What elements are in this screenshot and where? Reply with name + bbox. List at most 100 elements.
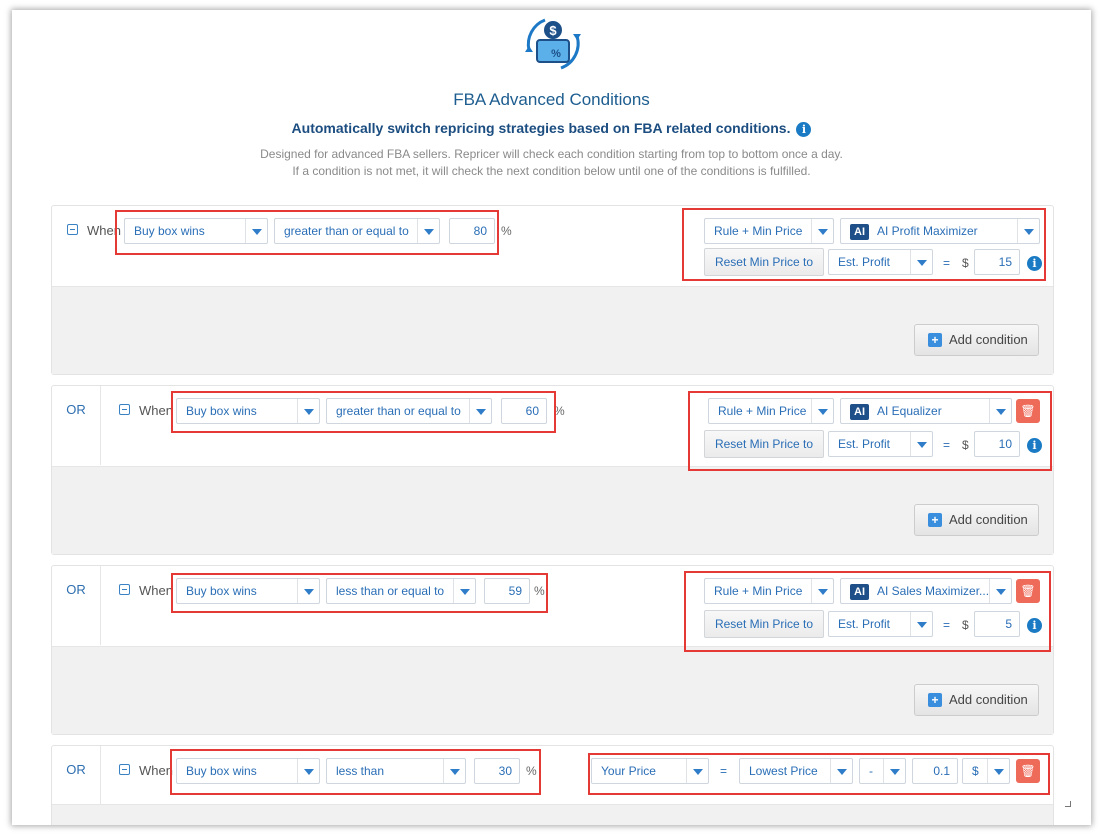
condition-footer: + Add condition xyxy=(52,466,1053,554)
or-label: OR xyxy=(52,566,101,645)
plus-icon: + xyxy=(928,693,942,707)
action-select[interactable]: Rule + Min Price xyxy=(708,398,834,424)
equals-label: = xyxy=(943,438,951,452)
price-value-input[interactable]: 0.1 xyxy=(912,758,958,784)
info-icon[interactable]: i xyxy=(796,121,812,137)
ai-badge: AI xyxy=(850,403,869,420)
value-input[interactable]: 30 xyxy=(474,758,520,784)
reset-value-input[interactable]: 10 xyxy=(974,431,1020,457)
reset-min-price-button[interactable]: Reset Min Price to xyxy=(704,248,824,276)
ai-badge: AI xyxy=(850,223,869,240)
info-icon[interactable]: i xyxy=(1027,438,1042,453)
reset-basis-select[interactable]: Est. Profit xyxy=(828,431,933,457)
percent-label: % xyxy=(554,404,565,418)
dollar-label: $ xyxy=(962,438,969,452)
when-label: When xyxy=(87,223,121,238)
add-condition-button[interactable]: + Add condition xyxy=(914,504,1039,536)
chevron-down-icon xyxy=(297,399,319,423)
collapse-minus-icon[interactable] xyxy=(67,224,78,235)
metric-select[interactable]: Buy box wins xyxy=(176,578,320,604)
metric-select[interactable]: Buy box wins xyxy=(124,218,268,244)
when-label: When xyxy=(139,403,173,418)
plus-icon: + xyxy=(928,333,942,347)
equals-label: = xyxy=(720,764,728,778)
fba-conditions-panel: $ % FBA Advanced Conditions Automaticall… xyxy=(12,10,1091,825)
collapse-minus-icon[interactable] xyxy=(119,764,130,775)
chevron-down-icon xyxy=(811,579,833,603)
collapse-minus-icon[interactable] xyxy=(119,404,130,415)
collapse-minus-icon[interactable] xyxy=(119,584,130,595)
strategy-select[interactable]: AI AI Sales Maximizer... xyxy=(840,578,1012,604)
reset-value-input[interactable]: 5 xyxy=(974,611,1020,637)
svg-text:%: % xyxy=(551,48,561,60)
chevron-down-icon xyxy=(989,399,1011,423)
price-field-select[interactable]: Your Price xyxy=(591,758,709,784)
chevron-down-icon xyxy=(453,579,475,603)
when-label: When xyxy=(139,583,173,598)
page-subtitle: Automatically switch repricing strategie… xyxy=(12,120,1091,137)
dollar-label: $ xyxy=(962,256,969,270)
delete-trash-icon[interactable]: 🗑 xyxy=(1016,579,1040,603)
chevron-down-icon xyxy=(297,759,319,783)
condition-footer: + Add condition xyxy=(52,646,1053,734)
chevron-down-icon xyxy=(989,579,1011,603)
operator-select[interactable]: greater than or equal to xyxy=(326,398,492,424)
operator-select[interactable]: less than or equal to xyxy=(326,578,476,604)
when-label: When xyxy=(139,763,173,778)
price-basis-select[interactable]: Lowest Price xyxy=(739,758,853,784)
strategy-select[interactable]: AI AI Profit Maximizer xyxy=(840,218,1040,244)
strategy-select[interactable]: AI AI Equalizer xyxy=(840,398,1012,424)
repricing-logo-icon: $ % xyxy=(525,18,581,70)
info-icon[interactable]: i xyxy=(1027,618,1042,633)
chevron-down-icon xyxy=(910,612,932,636)
reset-value-input[interactable]: 15 xyxy=(974,249,1020,275)
metric-select[interactable]: Buy box wins xyxy=(176,398,320,424)
chevron-down-icon xyxy=(245,219,267,243)
delete-trash-icon[interactable]: 🗑 xyxy=(1016,399,1040,423)
operator-select[interactable]: less than xyxy=(326,758,466,784)
chevron-down-icon xyxy=(417,219,439,243)
value-input[interactable]: 59 xyxy=(484,578,530,604)
chevron-down-icon xyxy=(686,759,708,783)
chevron-down-icon xyxy=(830,759,852,783)
value-input[interactable]: 60 xyxy=(501,398,547,424)
condition-block-4: OR When Buy box wins less than 30 % Your… xyxy=(51,745,1054,825)
chevron-down-icon xyxy=(297,579,319,603)
info-icon[interactable]: i xyxy=(1027,256,1042,271)
equals-label: = xyxy=(943,256,951,270)
chevron-down-icon xyxy=(811,399,833,423)
chevron-down-icon xyxy=(469,399,491,423)
chevron-down-icon xyxy=(811,219,833,243)
ai-badge: AI xyxy=(850,583,869,600)
add-condition-button[interactable]: + Add condition xyxy=(914,684,1039,716)
or-label: OR xyxy=(52,386,101,465)
operator-select[interactable]: greater than or equal to xyxy=(274,218,440,244)
condition-footer xyxy=(52,804,1053,825)
value-input[interactable]: 80 xyxy=(449,218,495,244)
percent-label: % xyxy=(534,584,545,598)
page-title: FBA Advanced Conditions xyxy=(453,90,650,109)
resize-handle[interactable] xyxy=(1065,801,1071,807)
condition-footer: + Add condition xyxy=(52,286,1053,374)
add-condition-button[interactable]: + Add condition xyxy=(914,324,1039,356)
reset-min-price-button[interactable]: Reset Min Price to xyxy=(704,610,824,638)
metric-select[interactable]: Buy box wins xyxy=(176,758,320,784)
page-description: Designed for advanced FBA sellers. Repri… xyxy=(260,147,843,178)
action-select[interactable]: Rule + Min Price xyxy=(704,218,834,244)
percent-label: % xyxy=(526,764,537,778)
svg-text:$: $ xyxy=(549,23,557,38)
chevron-down-icon xyxy=(987,759,1009,783)
price-operator-select[interactable]: - xyxy=(859,758,906,784)
reset-basis-select[interactable]: Est. Profit xyxy=(828,611,933,637)
percent-label: % xyxy=(501,224,512,238)
condition-block-3: OR When Buy box wins less than or equal … xyxy=(51,565,1054,735)
chevron-down-icon xyxy=(1017,219,1039,243)
equals-label: = xyxy=(943,618,951,632)
delete-trash-icon[interactable]: 🗑 xyxy=(1016,759,1040,783)
chevron-down-icon xyxy=(910,432,932,456)
reset-basis-select[interactable]: Est. Profit xyxy=(828,249,933,275)
reset-min-price-button[interactable]: Reset Min Price to xyxy=(704,430,824,458)
dollar-label: $ xyxy=(962,618,969,632)
action-select[interactable]: Rule + Min Price xyxy=(704,578,834,604)
price-unit-select[interactable]: $ xyxy=(962,758,1010,784)
